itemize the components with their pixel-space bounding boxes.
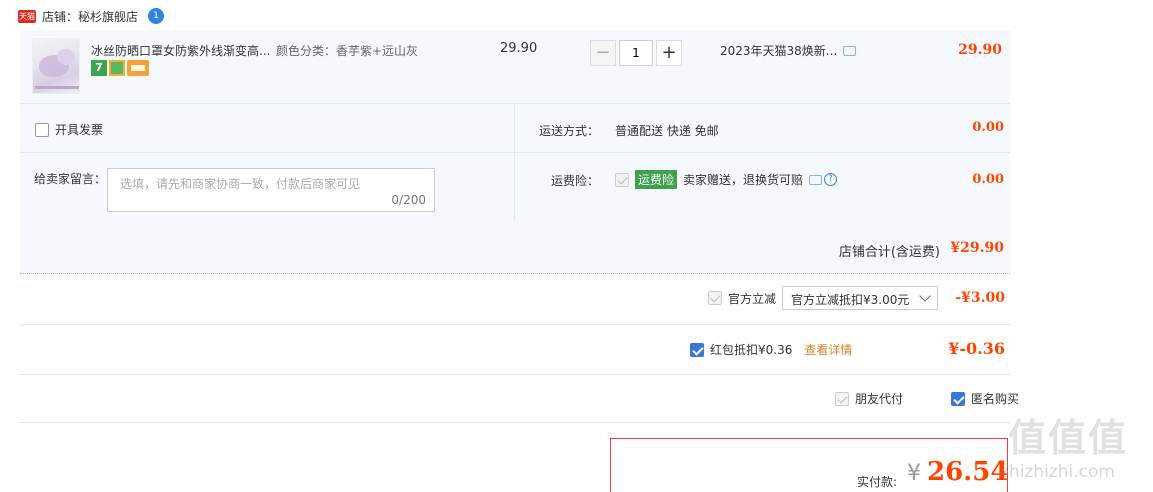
invoice-label: 开具发票 [55, 123, 104, 137]
watermark-url: zhizhizhi.com [1000, 462, 1115, 482]
quantity-minus-button[interactable]: − [590, 40, 616, 66]
guarantee-icon [109, 60, 125, 76]
promotion-text: 2023年天猫38焕新... [720, 44, 838, 58]
official-discount-select[interactable]: 官方立减抵扣¥3.00元 [782, 286, 939, 310]
insurance-option: 运费险 卖家赠送，退换货可赔 ? [615, 170, 838, 189]
redpacket-label: 红包抵扣¥0.36 [710, 343, 793, 357]
store-name-link[interactable]: 店铺：秘杉旗舰店 [42, 8, 138, 25]
anonymous-checkbox[interactable] [951, 391, 966, 406]
credit-card-icon [127, 60, 149, 76]
chevron-down-icon [919, 290, 931, 302]
seven-day-return-icon: 7 [91, 60, 107, 76]
store-total-label: 店铺合计(含运费) [838, 245, 940, 260]
redpacket-amount: ¥-0.36 [948, 339, 1005, 358]
friend-pay-checkbox[interactable] [835, 391, 849, 406]
quantity-plus-button[interactable]: + [656, 40, 682, 66]
insurance-text: 卖家赠送，退换货可赔 [683, 173, 804, 187]
redpacket-discount: 红包抵扣¥0.36 查看详情 [690, 341, 852, 358]
redpacket-checkbox[interactable] [690, 342, 704, 357]
chat-badge-icon[interactable]: 1 [148, 8, 165, 24]
order-options: 开具发票 给卖家留言： 选填，请先和商家协商一致，付款后商家可见 0/200 运… [20, 104, 1010, 220]
insurance-label: 运费险： [551, 174, 600, 188]
shipping-price: 0.00 [972, 120, 1004, 135]
product-sku: 颜色分类：香芋紫+远山灰 [276, 44, 419, 58]
product-row: 冰丝防晒口罩女防紫外线渐变高... 颜色分类：香芋紫+远山灰 7 29.90 −… [20, 30, 1010, 104]
official-discount-checkbox [708, 291, 722, 305]
help-icon[interactable]: ? [824, 173, 838, 186]
view-details-link[interactable]: 查看详情 [804, 341, 852, 358]
shipping-label: 运送方式： [539, 124, 600, 138]
message-label: 给卖家留言： [34, 172, 107, 186]
unit-price: 29.90 [500, 41, 538, 56]
friend-pay-label: 朋友代付 [855, 392, 904, 406]
store-total-value: ¥29.90 [950, 240, 1004, 256]
comment-icon[interactable] [809, 174, 823, 185]
official-discount-label: 官方立减 [728, 291, 777, 306]
official-discount-amount: -¥3.00 [955, 290, 1005, 306]
payment-currency: ¥ [907, 461, 921, 486]
message-placeholder: 选填，请先和商家协商一致，付款后商家可见 [120, 177, 361, 191]
official-discount: 官方立减 官方立减抵扣¥3.00元 [708, 286, 939, 310]
insurance-price: 0.00 [972, 172, 1004, 187]
insurance-checkbox [615, 172, 629, 187]
row-total-price: 29.90 [958, 42, 1002, 58]
watermark-logo: 值值值 [1008, 416, 1129, 460]
store-header: 天猫 店铺：秘杉旗舰店 1 [18, 6, 165, 26]
quantity-input[interactable] [619, 40, 653, 66]
anonymous-label: 匿名购买 [971, 392, 1020, 406]
payment-label: 实付款: [857, 475, 898, 489]
invoice-checkbox[interactable] [35, 122, 49, 137]
message-char-count: 0/200 [391, 193, 426, 207]
product-title-link[interactable]: 冰丝防晒口罩女防紫外线渐变高... [91, 42, 270, 59]
payment-amount: 26.54 [927, 457, 1009, 487]
payment-summary: 实付款: ¥ 26.54 [610, 438, 1008, 492]
service-badges: 7 [91, 60, 149, 76]
seller-message-field[interactable]: 选填，请先和商家协商一致，付款后商家可见 0/200 [107, 168, 435, 212]
invoice-option[interactable]: 开具发票 [35, 121, 103, 138]
official-discount-selected: 官方立减抵扣¥3.00元 [791, 293, 910, 307]
insurance-badge: 运费险 [635, 170, 678, 189]
comment-icon[interactable] [843, 45, 857, 56]
store-total-row: 店铺合计(含运费) ¥29.90 [20, 220, 1010, 274]
product-thumbnail[interactable] [32, 38, 80, 94]
promotion-info: 2023年天猫38焕新... [720, 42, 857, 59]
tmall-logo-icon: 天猫 [18, 9, 36, 23]
shipping-method: 普通配送 快递 免邮 [615, 124, 719, 138]
extra-options: 朋友代付 匿名购买 [835, 390, 1019, 407]
quantity-stepper: − + [590, 40, 682, 66]
